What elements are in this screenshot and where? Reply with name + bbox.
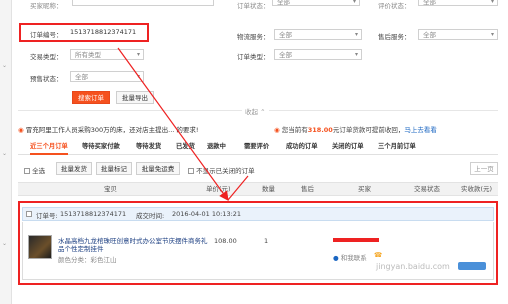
tab-recent-three-months[interactable]: 近三个月订单 <box>30 139 68 155</box>
aftersale-select[interactable]: 全部 <box>418 29 498 40</box>
warning-icon: ◉ <box>18 126 24 134</box>
tab-closed[interactable]: 关闭的订单 <box>332 139 363 155</box>
col-item: 宝贝 <box>104 185 117 193</box>
tab-shipped[interactable]: 已发货 <box>176 139 195 155</box>
checkbox-icon <box>188 168 194 174</box>
collapse-toggle[interactable]: 收起 ⌃ <box>242 106 269 116</box>
tab-refunding[interactable]: 退款中 <box>207 139 226 155</box>
highlight-box <box>18 201 498 285</box>
notice-left-text: 冒充阿里工作人员采购300万的床，还对店主提出... 的要求! <box>25 126 199 134</box>
col-buyer: 买家 <box>358 185 371 193</box>
highlight-box <box>19 23 149 42</box>
chevron-down-icon[interactable]: ⌄ <box>2 150 7 157</box>
tab-needs-review[interactable]: 需要评价 <box>244 139 269 155</box>
trade-type-select[interactable]: 所有类型 <box>70 49 144 60</box>
order-type-select[interactable]: 全部 <box>274 49 362 60</box>
notice-right-suffix: 元订单货款可提前收回， <box>332 126 405 134</box>
col-quantity: 数量 <box>262 185 275 193</box>
tab-awaiting-shipment[interactable]: 等待发货 <box>136 139 161 155</box>
logistics-select[interactable]: 全部 <box>274 29 362 40</box>
order-type-label: 订单类型： <box>237 53 270 61</box>
tab-successful[interactable]: 成功的订单 <box>286 139 317 155</box>
order-status-label: 订单状态： <box>237 2 270 10</box>
notice-amount: 318.00 <box>307 126 333 134</box>
notice-right-prefix: 您当前有 <box>281 126 308 134</box>
hide-closed-label: 不显示已关闭的订单 <box>196 167 255 175</box>
info-icon: ◉ <box>274 126 280 134</box>
col-trade-status: 交易状态 <box>414 185 440 193</box>
batch-mark-button[interactable]: 批量标记 <box>96 162 132 175</box>
batch-ship-button[interactable]: 批量发货 <box>56 162 92 175</box>
select-all-label: 全选 <box>32 167 46 175</box>
order-tabs: 近三个月订单 等待买家付款 等待发货 已发货 退款中 需要评价 成功的订单 关闭… <box>18 139 498 155</box>
search-orders-button[interactable]: 搜索订单 <box>72 91 110 104</box>
tab-awaiting-payment[interactable]: 等待买家付款 <box>82 139 120 155</box>
chevron-down-icon[interactable]: ⌄ <box>2 240 7 247</box>
eval-status-label: 评价状态： <box>378 2 411 10</box>
chevron-up-icon: ⌃ <box>260 108 266 116</box>
tab-older[interactable]: 三个月前订单 <box>378 139 416 155</box>
hide-closed-checkbox[interactable]: 不显示已关闭的订单 <box>188 165 255 175</box>
col-amount: 实收款(元) <box>461 185 493 193</box>
collapse-label: 收起 <box>245 108 258 116</box>
aftersale-label: 售后服务： <box>378 33 411 41</box>
notice-right: ◉ 您当前有318.00元订单货款可提前收回，马上去看看 <box>274 124 437 134</box>
presale-label: 预售状态： <box>30 75 63 83</box>
table-header: 宝贝 单价(元) 数量 售后 买家 交易状态 实收款(元) <box>18 182 498 196</box>
checkbox-icon <box>24 168 30 174</box>
notice-link[interactable]: 马上去看看 <box>404 126 437 134</box>
presale-select[interactable]: 全部 <box>70 71 144 82</box>
trade-type-label: 交易类型： <box>30 53 63 61</box>
prev-page-button[interactable]: 上一页 <box>470 162 498 175</box>
batch-export-button[interactable]: 批量导出 <box>116 91 154 104</box>
select-all-checkbox[interactable]: 全选 <box>24 165 45 175</box>
buyer-nickname-label: 买家昵称： <box>30 2 63 10</box>
order-status-select[interactable]: 全部 <box>272 0 360 6</box>
notice-left[interactable]: ◉ 冒充阿里工作人员采购300万的床，还对店主提出... 的要求! <box>18 124 199 134</box>
buyer-nickname-input[interactable] <box>72 0 214 6</box>
eval-status-select[interactable]: 全部 <box>418 0 498 6</box>
col-unit-price: 单价(元) <box>206 185 231 193</box>
side-rail: ⌄ ⌄ ⌄ <box>0 0 12 304</box>
col-after-sale: 售后 <box>301 185 314 193</box>
batch-free-shipping-button[interactable]: 批量免运费 <box>136 162 180 175</box>
chevron-down-icon[interactable]: ⌄ <box>2 62 7 69</box>
logistics-label: 物流服务： <box>237 33 270 41</box>
